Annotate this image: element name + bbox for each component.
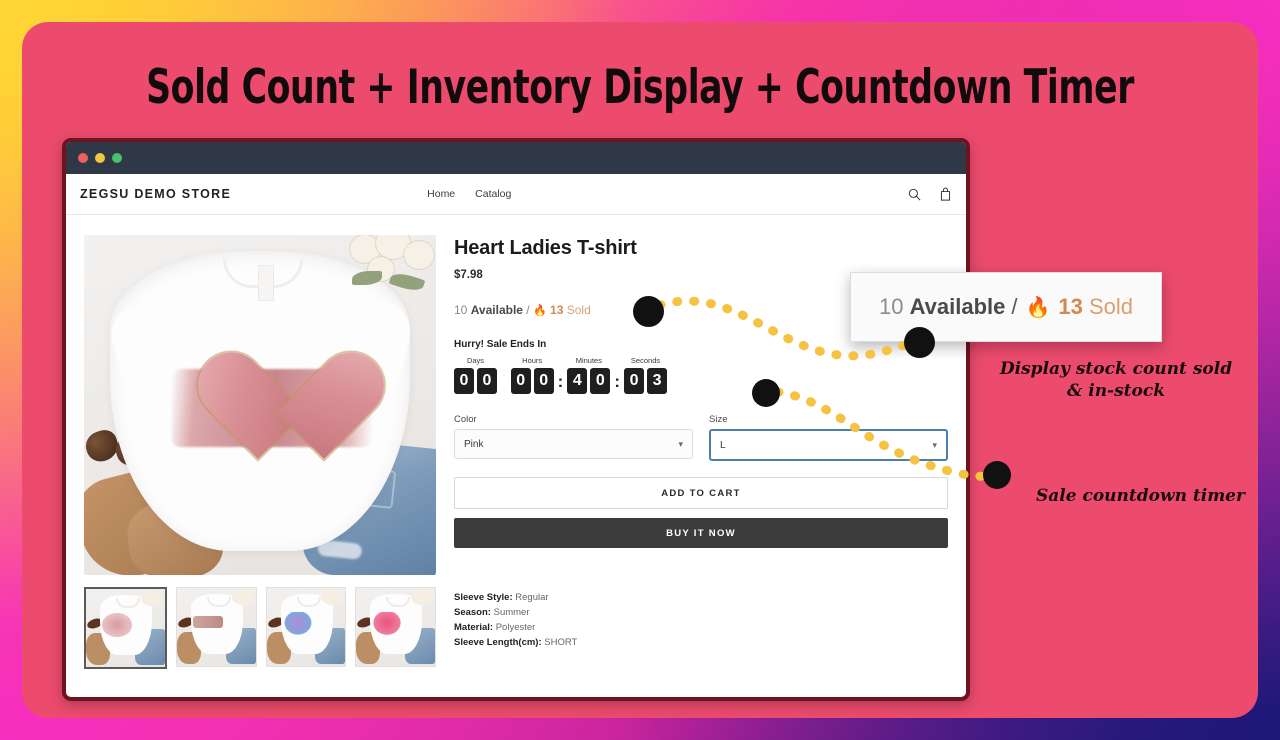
stock-separator: / — [526, 303, 530, 317]
timer-days-d2: 0 — [477, 368, 497, 394]
add-to-cart-button[interactable]: ADD TO CART — [454, 477, 948, 509]
color-field: Color Pink ▾ — [454, 414, 693, 461]
available-count: 10 — [454, 303, 468, 317]
spec-key: Sleeve Length(cm): — [454, 637, 542, 648]
heart-print-icon — [196, 349, 324, 463]
nav-item-catalog[interactable]: Catalog — [475, 188, 511, 200]
browser-window: ZEGSU DEMO STORE Home Catalog Heart Ladi… — [62, 138, 970, 701]
spec-row: Sleeve Length(cm): SHORT — [454, 635, 948, 650]
callout-available-count: 10 — [878, 294, 904, 319]
timer-days-label: Days — [466, 356, 485, 365]
spec-value: Regular — [515, 592, 549, 603]
spec-key: Season: — [454, 607, 491, 618]
timer-hours: Hours 00 — [510, 356, 554, 394]
timer-seconds: Seconds 03 — [624, 356, 668, 394]
timer-days-d1: 0 — [454, 368, 474, 394]
product-main-image[interactable] — [84, 235, 436, 575]
available-label: Available — [470, 303, 523, 317]
callout-available-label: Available — [909, 294, 1006, 319]
product-specs: Sleeve Style: Regular Season: Summer Mat… — [454, 590, 948, 650]
size-select[interactable]: L ▾ — [709, 429, 948, 461]
variant-selectors: Color Pink ▾ Size L ▾ — [454, 414, 948, 461]
callout-sold: 13 Sold — [1058, 294, 1133, 320]
spec-value: Polyester — [495, 622, 536, 633]
timer-seconds-label: Seconds — [630, 356, 661, 365]
thumbnail-strip — [84, 587, 436, 669]
page-title: Sold Count + Inventory Display + Countdo… — [146, 60, 1134, 115]
store-nav: Home Catalog — [427, 188, 511, 200]
buy-it-now-button[interactable]: BUY IT NOW — [454, 518, 948, 548]
callout-sold-count: 13 — [1058, 294, 1083, 319]
timer-days: Days 00 — [454, 356, 497, 394]
timer-minutes-d1: 4 — [567, 368, 588, 394]
spec-value: SHORT — [544, 637, 578, 648]
timer-hours-d2: 0 — [533, 368, 554, 394]
connector-endpoint-4 — [983, 461, 1011, 489]
connector-endpoint-2 — [904, 327, 935, 358]
timer-sep-2: : — [614, 372, 621, 391]
timer-minutes: Minutes 40 — [567, 356, 611, 394]
product-gallery — [84, 235, 436, 669]
timer-sep-1: : — [557, 372, 564, 391]
store-brand[interactable]: ZEGSU DEMO STORE — [80, 187, 231, 201]
timer-hours-d1: 0 — [510, 368, 531, 394]
sold-label: Sold — [566, 303, 591, 317]
chevron-down-icon: ▾ — [932, 439, 937, 450]
connector-endpoint-1 — [633, 296, 664, 327]
timer-seconds-d1: 0 — [624, 368, 645, 394]
spec-row: Sleeve Style: Regular — [454, 590, 948, 605]
promo-card: Sold Count + Inventory Display + Countdo… — [22, 22, 1258, 718]
color-label: Color — [454, 414, 477, 425]
callout-sold-label: Sold — [1089, 294, 1134, 319]
store-header: ZEGSU DEMO STORE Home Catalog — [66, 174, 966, 215]
size-label: Size — [709, 414, 728, 425]
spec-key: Sleeve Style: — [454, 592, 513, 603]
nav-item-home[interactable]: Home — [427, 188, 455, 200]
search-icon[interactable] — [908, 188, 921, 201]
color-value: Pink — [464, 438, 484, 450]
countdown-timer: Days 00 : Hours 00 : Minutes 40 — [454, 356, 948, 394]
timer-hours-label: Hours — [522, 356, 543, 365]
connector-endpoint-3 — [752, 379, 780, 407]
window-close-dot[interactable] — [78, 153, 88, 163]
thumbnail-2[interactable] — [175, 587, 257, 667]
annotation-stock-count: Display stock count sold & in-stock — [999, 359, 1233, 401]
spec-row: Material: Polyester — [454, 620, 948, 635]
promo-banner: Sold Count + Inventory Display + Countdo… — [0, 0, 1280, 740]
product-title: Heart Ladies T-shirt — [454, 237, 637, 259]
header-icons — [908, 187, 952, 201]
window-minimize-dot[interactable] — [95, 153, 105, 163]
size-value: L — [720, 439, 726, 451]
sold-count: 13 — [550, 303, 564, 317]
color-select[interactable]: Pink ▾ — [454, 429, 693, 459]
spec-row: Season: Summer — [454, 605, 948, 620]
sold-status: 13 Sold — [550, 303, 591, 317]
fire-icon: 🔥 — [532, 305, 547, 317]
flowers-prop — [346, 235, 436, 301]
shopping-bag-icon[interactable] — [939, 187, 952, 201]
window-maximize-dot[interactable] — [112, 153, 122, 163]
stock-callout: 10 Available / 🔥 13 Sold — [850, 272, 1162, 342]
product-page: Heart Ladies T-shirt $7.98 10 Available … — [66, 215, 966, 669]
thumbnail-1[interactable] — [84, 587, 167, 669]
browser-titlebar — [66, 142, 966, 174]
chevron-down-icon: ▾ — [678, 438, 683, 449]
timer-minutes-label: Minutes — [575, 356, 602, 365]
timer-seconds-d2: 3 — [647, 368, 668, 394]
fire-icon: 🔥 — [1025, 296, 1051, 319]
size-field: Size L ▾ — [709, 414, 948, 461]
callout-separator: / — [1011, 294, 1018, 319]
spec-value: Summer — [493, 607, 530, 618]
timer-minutes-d2: 0 — [590, 368, 611, 394]
thumbnail-3[interactable] — [265, 587, 347, 667]
annotation-countdown-timer: Sale countdown timer — [1036, 486, 1245, 506]
thumbnail-4[interactable] — [355, 587, 436, 667]
spec-key: Material: — [454, 622, 494, 633]
